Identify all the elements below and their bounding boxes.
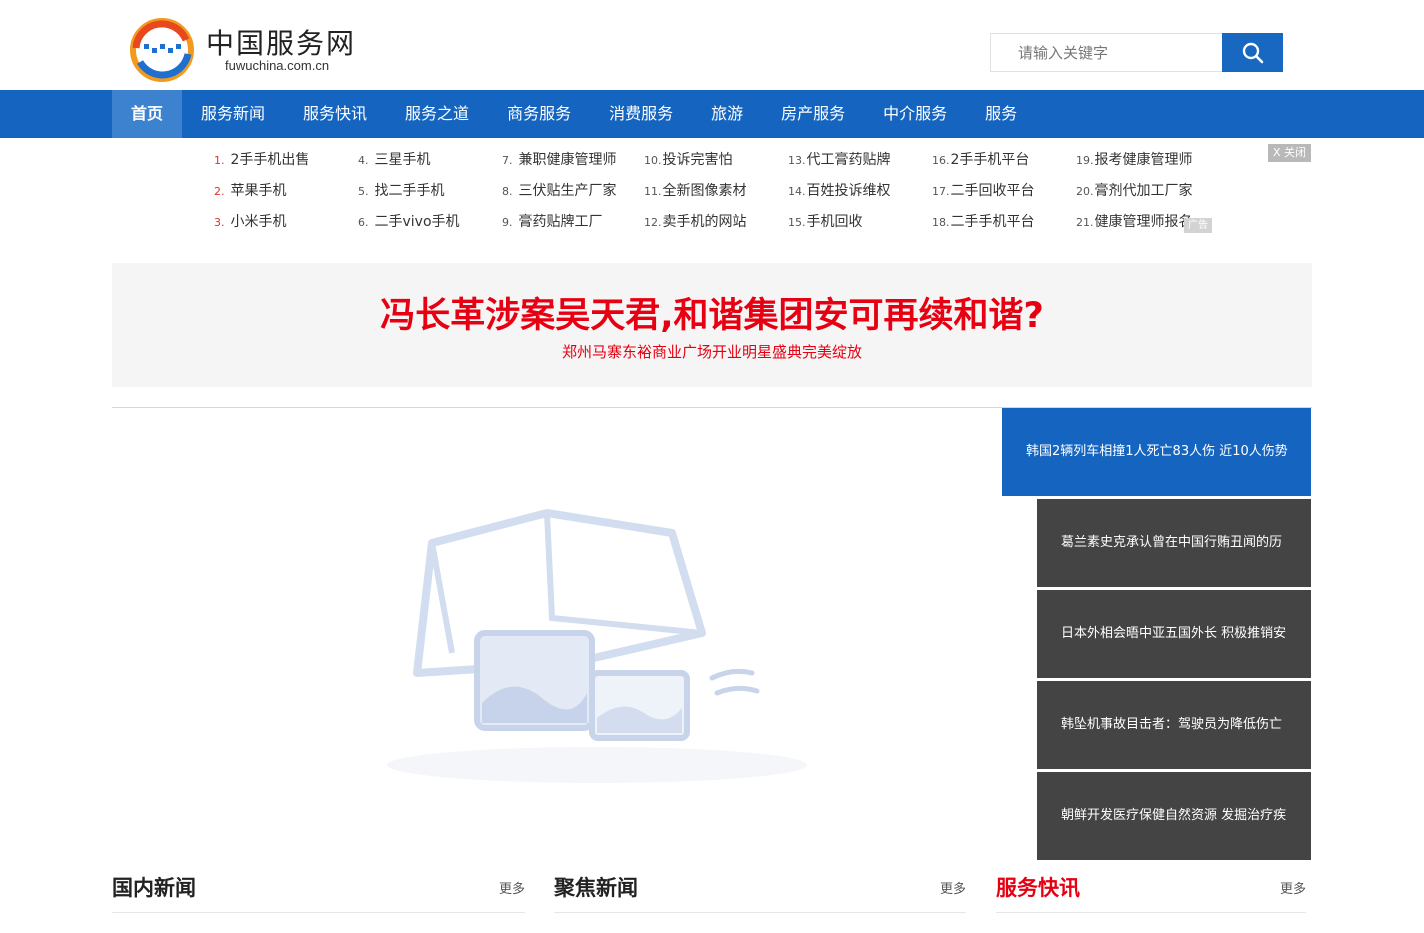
site-logo[interactable]: 中国服务网 fuwuchina.com.cn [130, 18, 370, 82]
keyword-link[interactable]: 20.膏剂代加工厂家 [1076, 180, 1193, 200]
section-title: 聚焦新闻 [554, 876, 638, 900]
keyword-link[interactable]: 17.二手回收平台 [932, 180, 1035, 200]
nav-item-consumer[interactable]: 消费服务 [590, 90, 692, 138]
section-title: 服务快讯 [996, 876, 1080, 900]
nav-item-service[interactable]: 服务 [966, 90, 1036, 138]
slider-tab[interactable]: 朝鲜开发医疗保健自然资源 发掘治疗疾 [1037, 772, 1311, 860]
keyword-close-button[interactable]: X 关闭 [1268, 144, 1311, 162]
slider-image-area[interactable] [112, 408, 1002, 853]
keyword-ad-list: 1. 2手手机出售 2. 苹果手机 3. 小米手机 4. 三星手机 5. 找二手手机 6.… [212, 144, 1212, 244]
more-link[interactable]: 更多 [1280, 878, 1306, 897]
image-placeholder-icon [387, 509, 807, 783]
keyword-link[interactable]: 19.报考健康管理师 [1076, 149, 1193, 169]
nav-item-home[interactable]: 首页 [112, 90, 183, 138]
headline-banner: 冯长革涉案吴天君,和谐集团安可再续和谐? 郑州马寨东裕商业广场开业明星盛典完美绽… [112, 263, 1312, 387]
keyword-link[interactable]: 13.代工膏药贴牌 [788, 149, 891, 169]
keyword-link[interactable]: 7. 兼职健康管理师 [502, 149, 617, 169]
logo-emblem-icon [130, 18, 194, 82]
keyword-link[interactable]: 10.投诉完害怕 [644, 149, 733, 169]
section-title: 国内新闻 [112, 876, 196, 900]
keyword-link[interactable]: 3. 小米手机 [214, 211, 287, 231]
keyword-link[interactable]: 8. 三伏贴生产厂家 [502, 180, 617, 200]
nav-item-agency[interactable]: 中介服务 [864, 90, 966, 138]
keyword-link[interactable]: 14.百姓投诉维权 [788, 180, 891, 200]
site-header: 中国服务网 fuwuchina.com.cn [0, 0, 1424, 90]
search-icon [1242, 42, 1263, 63]
main-nav: 首页 服务新闻 服务快讯 服务之道 商务服务 消费服务 旅游 房产服务 中介服务… [0, 90, 1424, 138]
keyword-link[interactable]: 15.手机回收 [788, 211, 863, 231]
more-link[interactable]: 更多 [940, 878, 966, 897]
ad-badge: 广告 [1184, 218, 1212, 233]
keyword-link[interactable]: 18.二手手机平台 [932, 211, 1035, 231]
nav-item-service-way[interactable]: 服务之道 [386, 90, 488, 138]
more-link[interactable]: 更多 [499, 878, 525, 897]
headline-subtitle[interactable]: 郑州马寨东裕商业广场开业明星盛典完美绽放 [112, 341, 1312, 362]
nav-item-service-news[interactable]: 服务新闻 [182, 90, 284, 138]
keyword-link[interactable]: 21.健康管理师报名 [1076, 211, 1193, 231]
nav-item-travel[interactable]: 旅游 [692, 90, 762, 138]
section-domestic-news: 国内新闻 更多 [112, 860, 525, 913]
section-focus-news: 聚焦新闻 更多 [554, 860, 966, 913]
keyword-link[interactable]: 6. 二手vivo手机 [358, 211, 460, 231]
keyword-link[interactable]: 1. 2手手机出售 [214, 149, 309, 169]
keyword-link[interactable]: 12.卖手机的网站 [644, 211, 747, 231]
headline-title[interactable]: 冯长革涉案吴天君,和谐集团安可再续和谐? [112, 287, 1312, 338]
slider-tab[interactable]: 葛兰素史克承认曾在中国行贿丑闻的历 [1037, 499, 1311, 587]
keyword-link[interactable]: 11.全新图像素材 [644, 180, 747, 200]
search-button[interactable] [1222, 33, 1283, 72]
nav-item-business[interactable]: 商务服务 [488, 90, 590, 138]
slider-tab[interactable]: 韩国2辆列车相撞1人死亡83人伤 近10人伤势 [1002, 408, 1311, 496]
keyword-link[interactable]: 5. 找二手手机 [358, 180, 445, 200]
keyword-link[interactable]: 9. 膏药贴牌工厂 [502, 211, 603, 231]
keyword-link[interactable]: 4. 三星手机 [358, 149, 431, 169]
site-name: 中国服务网 [206, 27, 357, 60]
search-box [990, 33, 1283, 72]
section-service-flash: 服务快讯 更多 [996, 860, 1306, 913]
site-domain: fuwuchina.com.cn [225, 58, 330, 73]
search-input[interactable] [991, 34, 1223, 71]
slider-tab[interactable]: 韩坠机事故目击者：驾驶员为降低伤亡 [1037, 681, 1311, 769]
slider-tab[interactable]: 日本外相会晤中亚五国外长 积极推销安 [1037, 590, 1311, 678]
nav-item-service-flash[interactable]: 服务快讯 [284, 90, 386, 138]
nav-item-realestate[interactable]: 房产服务 [762, 90, 864, 138]
keyword-link[interactable]: 2. 苹果手机 [214, 180, 287, 200]
keyword-link[interactable]: 16.2手手机平台 [932, 149, 1029, 169]
